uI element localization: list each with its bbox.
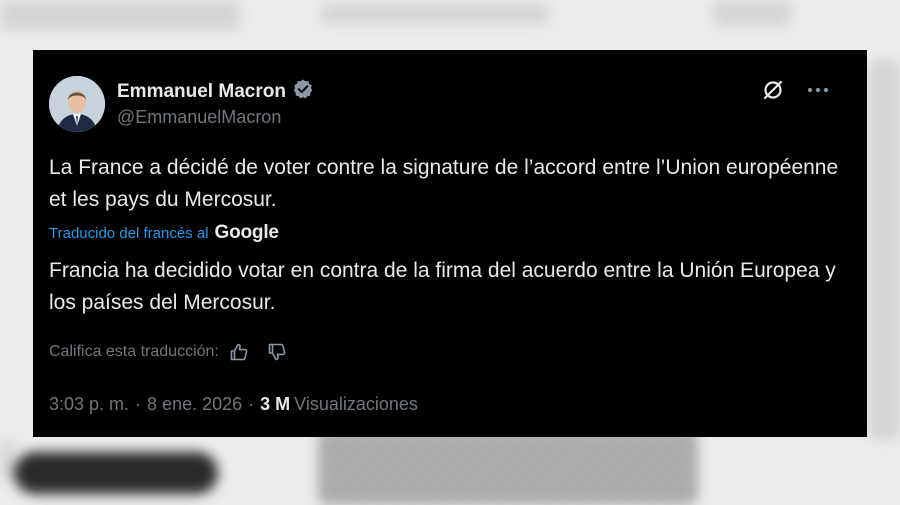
tweet-card: Emmanuel Macron @EmmanuelMacron La Franc… — [33, 50, 867, 437]
grok-icon[interactable] — [761, 78, 785, 102]
verified-badge-icon — [292, 78, 314, 105]
author-row: Emmanuel Macron — [117, 78, 314, 105]
thumbs-up-icon[interactable] — [229, 342, 249, 362]
meta-separator: · — [248, 394, 255, 414]
tweet-actions-top — [761, 78, 829, 102]
author-handle[interactable]: @EmmanuelMacron — [117, 107, 281, 128]
views-label: Visualizaciones — [294, 394, 418, 414]
translation-attribution[interactable]: Traducido del francés al Google — [49, 222, 279, 244]
thumbs-down-icon[interactable] — [267, 342, 287, 362]
rate-translation: Califica esta traducción: — [49, 342, 287, 362]
author-name[interactable]: Emmanuel Macron — [117, 81, 286, 103]
google-logo: Google — [214, 222, 279, 243]
tweet-original-text: La France a décidé de voter contre la si… — [49, 156, 839, 211]
translation-label: Traducido del francés al — [49, 224, 209, 242]
more-options-icon[interactable] — [807, 86, 829, 94]
tweet-meta: 3:03 p. m. · 8 ene. 2026 · 3 M Visualiza… — [49, 394, 418, 415]
tweet-date[interactable]: 8 ene. 2026 — [147, 394, 242, 415]
meta-separator: · — [135, 394, 142, 414]
avatar[interactable] — [49, 76, 105, 132]
rate-label: Califica esta traducción: — [49, 343, 219, 360]
tweet-time[interactable]: 3:03 p. m. — [49, 394, 129, 415]
tweet-translated-text: Francia ha decidido votar en contra de l… — [49, 259, 836, 314]
views-count: 3 M — [260, 394, 291, 414]
